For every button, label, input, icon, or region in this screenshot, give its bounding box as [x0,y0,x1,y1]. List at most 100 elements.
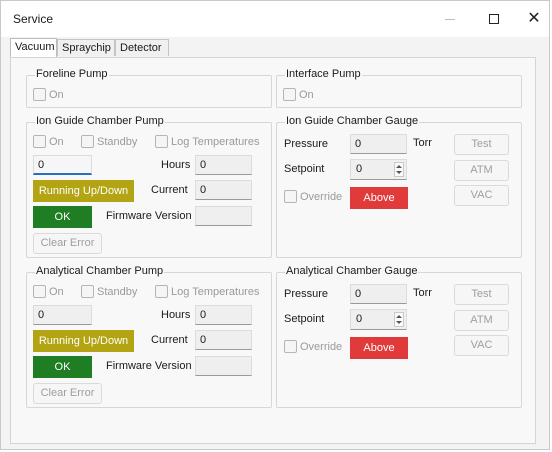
ion-guide-setpoint-spinbox[interactable]: 0 [350,159,407,180]
analytical-override-label: Override [300,340,343,353]
analytical-gauge-title: Analytical Chamber Gauge [285,265,419,277]
checkbox-icon [33,135,46,148]
chevron-up-icon [396,165,402,168]
analytical-current-label: Current [151,334,188,346]
ion-guide-override-checkbox[interactable]: Override [284,190,342,203]
checkbox-icon [283,88,296,101]
checkbox-icon [155,285,168,298]
ion-guide-pressure-field: 0 [350,134,407,154]
analytical-atm-button[interactable]: ATM [454,310,509,331]
analytical-test-button[interactable]: Test [454,284,509,305]
ion-guide-unit-label: Torr [413,137,432,149]
foreline-on-label: On [49,88,64,101]
analytical-log-temperatures-checkbox[interactable]: Log Temperatures [155,285,259,298]
ion-guide-log-temperatures-checkbox[interactable]: Log Temperatures [155,135,259,148]
ion-guide-above-badge: Above [350,187,408,209]
chevron-down-icon [396,171,402,174]
foreline-pump-group: Foreline Pump On [26,68,272,108]
ion-guide-clear-error-button[interactable]: Clear Error [33,233,102,254]
tab-vacuum[interactable]: Vacuum [10,38,57,57]
analytical-hours-label: Hours [161,309,191,321]
ion-guide-vac-button[interactable]: VAC [454,185,509,206]
analytical-on-label: On [49,285,64,298]
analytical-above-badge: Above [350,337,408,359]
service-window: Service ✕ Vacuum Spraychip Detector Fore… [0,0,550,450]
spin-buttons[interactable] [394,312,404,327]
analytical-clear-error-button[interactable]: Clear Error [33,383,102,404]
ion-guide-atm-button[interactable]: ATM [454,160,509,181]
close-button[interactable]: ✕ [519,7,549,31]
window-title: Service [13,12,54,26]
ion-guide-value-input[interactable]: 0 [33,155,92,175]
analytical-setpoint-spinbox[interactable]: 0 [350,309,407,330]
ion-guide-log-label: Log Temperatures [171,135,260,148]
chevron-down-icon [396,321,402,324]
checkbox-icon [33,88,46,101]
ion-guide-override-label: Override [300,190,343,203]
ion-guide-on-checkbox[interactable]: On [33,135,64,148]
checkbox-icon [284,340,297,353]
ion-guide-on-label: On [49,135,64,148]
minimize-button[interactable] [435,7,465,31]
analytical-override-checkbox[interactable]: Override [284,340,342,353]
analytical-ok-badge: OK [33,356,92,378]
minimize-icon [445,18,455,20]
analytical-current-field: 0 [195,330,252,350]
ion-guide-firmware-field [195,206,252,226]
maximize-button[interactable] [479,7,509,31]
analytical-hours-field: 0 [195,305,252,325]
foreline-on-checkbox[interactable]: On [33,88,64,101]
ion-guide-standby-checkbox[interactable]: Standby [81,135,137,148]
interface-on-checkbox[interactable]: On [283,88,314,101]
ion-guide-hours-label: Hours [161,159,191,171]
ion-guide-gauge-title: Ion Guide Chamber Gauge [285,115,420,127]
analytical-value-input[interactable]: 0 [33,305,92,325]
vacuum-tab-pane: Foreline Pump On Interface Pump On Ion G… [10,57,536,444]
ion-guide-pump-title: Ion Guide Chamber Pump [35,115,165,127]
ion-guide-current-field: 0 [195,180,252,200]
analytical-gauge-group: Analytical Chamber Gauge Pressure 0 Torr… [276,265,522,408]
analytical-status-badge: Running Up/Down [33,330,134,352]
title-bar: Service ✕ [1,1,549,37]
spin-buttons[interactable] [394,162,404,177]
ion-guide-current-label: Current [151,184,188,196]
tab-spraychip[interactable]: Spraychip [57,39,115,56]
analytical-pressure-label: Pressure [284,288,329,300]
analytical-on-checkbox[interactable]: On [33,285,64,298]
analytical-standby-label: Standby [97,285,138,298]
tab-detector[interactable]: Detector [115,39,169,56]
close-icon: ✕ [527,10,541,27]
ion-guide-setpoint-value: 0 [356,163,363,175]
ion-guide-gauge-group: Ion Guide Chamber Gauge Pressure 0 Torr … [276,115,522,258]
checkbox-icon [155,135,168,148]
maximize-icon [489,14,499,24]
checkbox-icon [33,285,46,298]
ion-guide-ok-badge: OK [33,206,92,228]
analytical-firmware-field [195,356,252,376]
ion-guide-pressure-label: Pressure [284,138,329,150]
checkbox-icon [81,135,94,148]
analytical-setpoint-value: 0 [356,313,363,325]
chevron-up-icon [396,315,402,318]
ion-guide-test-button[interactable]: Test [454,134,509,155]
ion-guide-hours-field: 0 [195,155,252,175]
analytical-firmware-label: Firmware Version [106,360,192,372]
ion-guide-firmware-label: Firmware Version [106,210,192,222]
foreline-pump-title: Foreline Pump [35,68,109,80]
interface-pump-group: Interface Pump On [276,68,522,108]
analytical-pressure-field: 0 [350,284,407,304]
analytical-vac-button[interactable]: VAC [454,335,509,356]
ion-guide-status-badge: Running Up/Down [33,180,134,202]
checkbox-icon [81,285,94,298]
analytical-log-label: Log Temperatures [171,285,260,298]
analytical-standby-checkbox[interactable]: Standby [81,285,137,298]
interface-pump-title: Interface Pump [285,68,362,80]
ion-guide-setpoint-label: Setpoint [284,163,325,175]
analytical-unit-label: Torr [413,287,432,299]
analytical-pump-group: Analytical Chamber Pump On Standby Log T… [26,265,272,408]
analytical-setpoint-label: Setpoint [284,313,325,325]
analytical-pump-title: Analytical Chamber Pump [35,265,165,277]
interface-on-label: On [299,88,314,101]
checkbox-icon [284,190,297,203]
ion-guide-pump-group: Ion Guide Chamber Pump On Standby Log Te… [26,115,272,258]
